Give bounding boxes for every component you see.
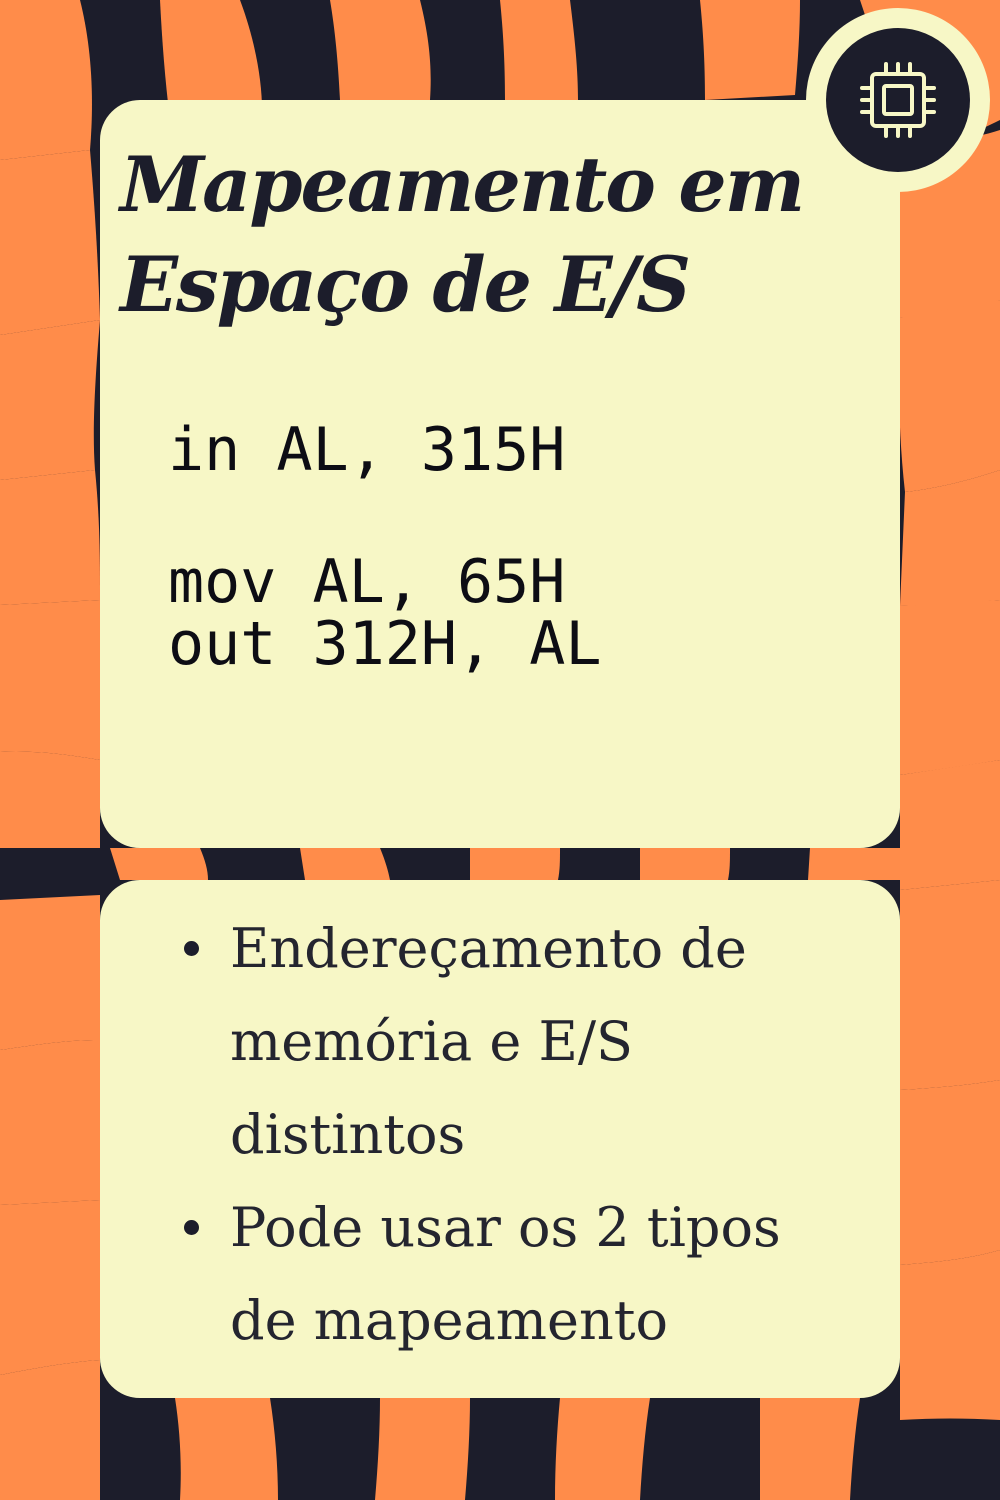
bullet-item: Endereçamento de memória e E/S distintos — [184, 902, 850, 1181]
title-line-2: Espaço de E/S — [120, 240, 691, 329]
code-card: Mapeamento em Espaço de E/S in AL, 315H … — [100, 100, 900, 848]
bullet-item: Pode usar os 2 tipos de mapeamento — [184, 1181, 850, 1367]
bullet-text: Endereçamento de memória e E/S distintos — [230, 917, 747, 1166]
bullets-card: Endereçamento de memória e E/S distintos… — [100, 880, 900, 1398]
code-line-in: in AL, 315H — [168, 415, 566, 485]
page-title: Mapeamento em Espaço de E/S — [120, 135, 805, 335]
bullet-dot — [184, 941, 199, 956]
bullet-list: Endereçamento de memória e E/S distintos… — [184, 902, 850, 1367]
cpu-chip-icon — [860, 62, 936, 138]
title-line-1: Mapeamento em — [120, 140, 805, 229]
code-line-out: out 312H, AL — [168, 609, 602, 679]
code-line-mov: mov AL, 65H — [168, 547, 566, 617]
bullet-text: Pode usar os 2 tipos de mapeamento — [230, 1196, 781, 1352]
chip-badge — [806, 8, 990, 192]
bullet-dot — [184, 1220, 199, 1235]
chip-badge-inner — [826, 28, 970, 172]
